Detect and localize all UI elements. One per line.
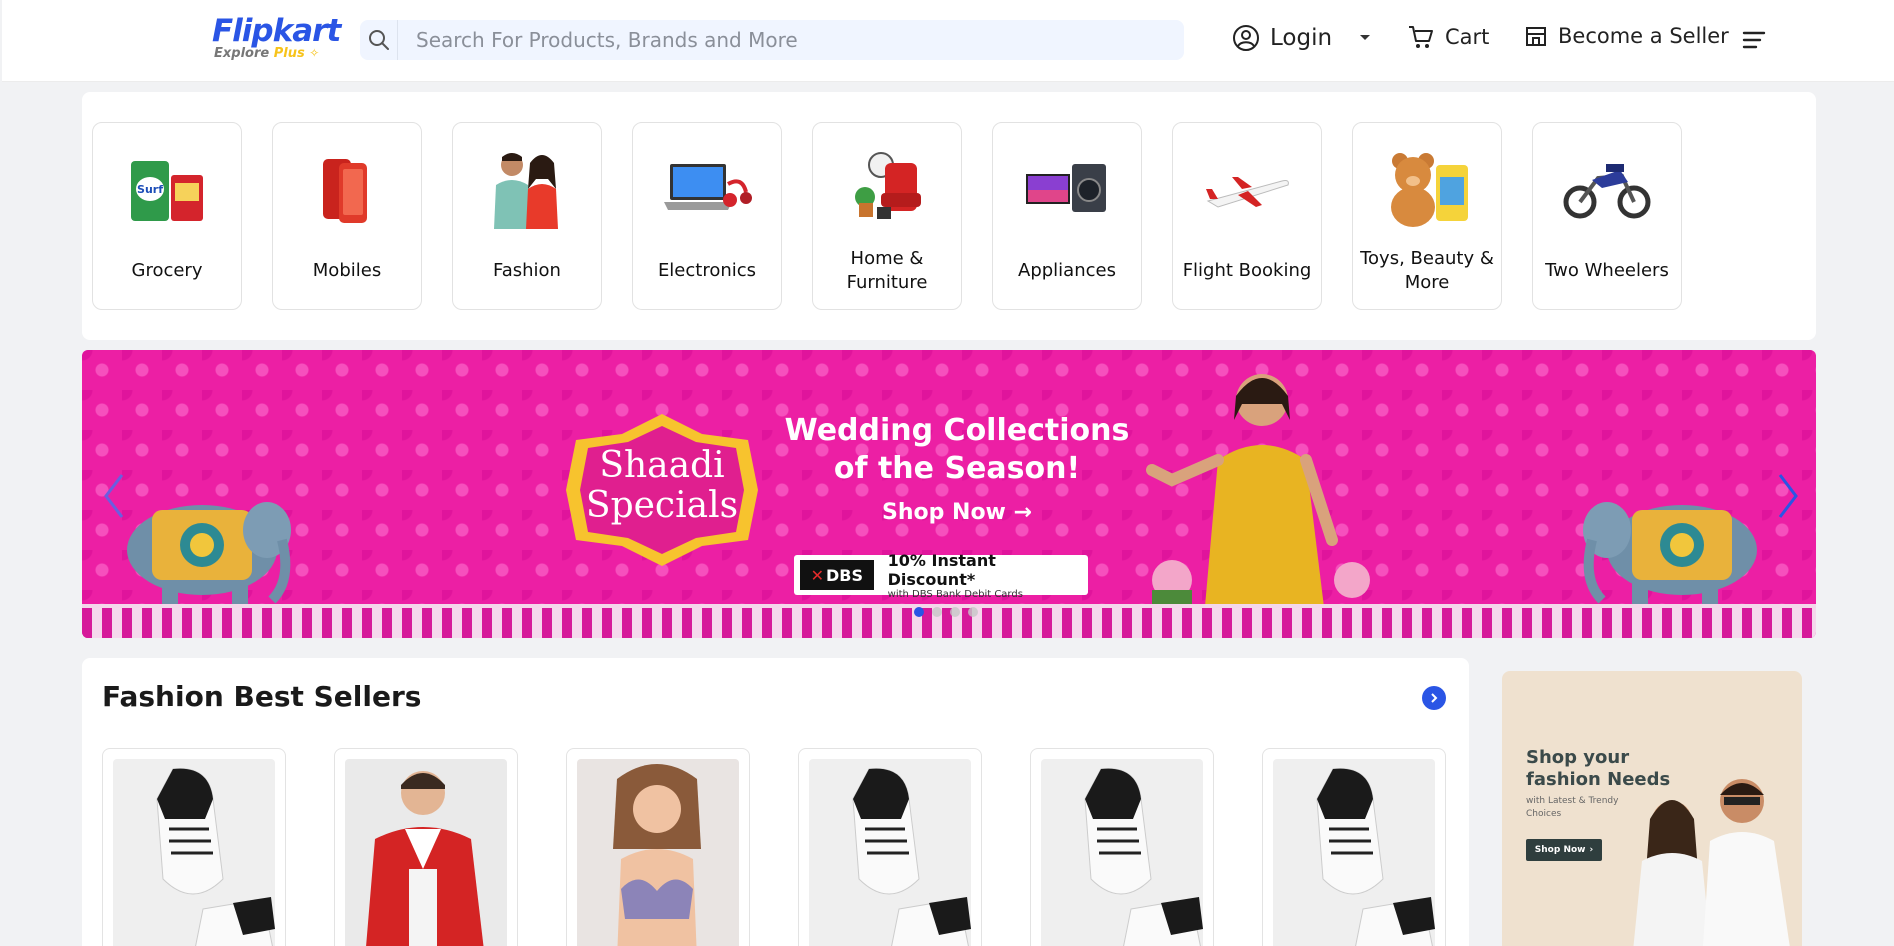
fashion-best-sellers: Fashion Best Sellers [82, 658, 1469, 946]
login-button[interactable]: Login [1232, 24, 1376, 52]
logo-wordmark: Flipkart [212, 13, 341, 49]
login-label: Login [1270, 25, 1333, 51]
logo-plus: Plus [273, 46, 305, 61]
dbs-logo-text: DBS [826, 565, 864, 585]
chevron-right-icon[interactable] [1422, 686, 1446, 710]
headline-line1: Wedding Collections [784, 413, 1130, 448]
category-label: Appliances [1018, 260, 1116, 281]
laptop-icon [659, 149, 755, 229]
promo-banner[interactable]: Shaadi Specials Wedding Collections of t… [82, 350, 1816, 638]
product-card[interactable] [566, 748, 750, 946]
motorbike-icon [1559, 149, 1655, 229]
seller-label: Become a Seller [1558, 24, 1729, 48]
category-appliances[interactable]: Appliances [992, 122, 1142, 310]
menu-icon[interactable] [1742, 30, 1766, 54]
plus-star-icon: ✧ [309, 46, 320, 60]
plane-icon [1199, 149, 1295, 229]
search-bar [360, 20, 1184, 60]
top-header: Flipkart Explore Plus ✧ Login Cart Becom… [2, 0, 1894, 82]
category-label: Fashion [493, 260, 561, 281]
category-strip: Surf Grocery Mobiles Fashion Electronics… [82, 92, 1816, 340]
category-label: Toys, Beauty & More [1360, 248, 1494, 293]
jacket-image [345, 759, 507, 946]
category-flight-booking[interactable]: Flight Booking [1172, 122, 1322, 310]
tv-icon [1019, 149, 1115, 229]
cart-icon [1409, 26, 1433, 48]
flipkart-logo[interactable]: Flipkart Explore Plus ✧ [212, 13, 341, 61]
badge-specials: Specials [585, 485, 739, 526]
chevron-right-icon: › [1589, 845, 1594, 855]
offer-main: 10% Instant Discount* [887, 550, 996, 589]
teddy-icon [1379, 149, 1475, 229]
banner-next-icon[interactable] [1768, 468, 1808, 524]
chevron-down-icon [1360, 35, 1371, 40]
logo-explore: Explore [214, 46, 270, 61]
ad-shop-now-button[interactable]: Shop Now › [1526, 839, 1602, 861]
category-label: Flight Booking [1182, 260, 1312, 281]
cart-button[interactable]: Cart [1407, 24, 1489, 50]
category-toys-beauty[interactable]: Toys, Beauty & More [1352, 122, 1502, 310]
product-card[interactable] [102, 748, 286, 946]
category-label: Two Wheelers [1545, 260, 1669, 281]
fashion-icon [479, 149, 575, 229]
mobile-icon [299, 149, 395, 229]
dbs-logo: ✕ DBS [800, 560, 874, 590]
store-icon [1526, 27, 1546, 46]
product-card[interactable] [334, 748, 518, 946]
category-label: Home & Furniture [846, 248, 928, 293]
svg-text:Surf: Surf [137, 183, 163, 196]
chair-icon [839, 149, 935, 229]
ad-button-label: Shop Now [1534, 845, 1586, 855]
sneaker-image [1273, 759, 1435, 946]
become-seller-button[interactable]: Become a Seller [1524, 24, 1729, 48]
carousel-dots [914, 607, 978, 617]
search-icon[interactable] [360, 20, 398, 60]
cart-label: Cart [1445, 25, 1490, 49]
category-mobiles[interactable]: Mobiles [272, 122, 422, 310]
category-fashion[interactable]: Fashion [452, 122, 602, 310]
section-title: Fashion Best Sellers [102, 680, 422, 713]
banner-prev-icon[interactable] [94, 468, 134, 524]
banner-headline: Wedding Collections of the Season! [772, 412, 1142, 488]
headline-line2: of the Season! [833, 451, 1081, 486]
category-home-furniture[interactable]: Home & Furniture [812, 122, 962, 310]
sneaker-image [113, 759, 275, 946]
carousel-dot[interactable] [968, 607, 978, 617]
user-circle-icon [1233, 25, 1259, 51]
bank-offer-box: ✕ DBS 10% Instant Discount* with DBS Bank… [794, 551, 1088, 600]
product-card[interactable] [1030, 748, 1214, 946]
lingerie-image [577, 759, 739, 946]
carousel-dot[interactable] [950, 607, 960, 617]
model-illustration [1146, 374, 1370, 638]
couple-illustration [1633, 779, 1790, 946]
sneaker-image [809, 759, 971, 946]
category-electronics[interactable]: Electronics [632, 122, 782, 310]
search-input[interactable] [398, 28, 1158, 52]
banner-shop-now[interactable]: Shop Now → [772, 500, 1142, 525]
category-two-wheelers[interactable]: Two Wheelers [1532, 122, 1682, 310]
fashion-side-ad[interactable]: Shop your fashion Needs with Latest & Tr… [1502, 671, 1802, 946]
elephant-illustration-right [1583, 502, 1757, 610]
sneaker-image [1041, 759, 1203, 946]
shaadi-specials-badge: Shaadi Specials [562, 410, 762, 570]
category-grocery[interactable]: Surf Grocery [92, 122, 242, 310]
category-label: Grocery [131, 260, 203, 281]
bank-offer-text: 10% Instant Discount* with DBS Bank Debi… [888, 551, 1088, 600]
dbs-x-icon: ✕ [810, 565, 825, 585]
category-label: Electronics [657, 260, 757, 281]
product-card[interactable] [1262, 748, 1446, 946]
category-label: Mobiles [312, 260, 382, 281]
grocery-icon: Surf [119, 149, 215, 229]
badge-shaadi: Shaadi [599, 445, 725, 486]
offer-sub: with DBS Bank Debit Cards [887, 588, 1023, 600]
carousel-dot[interactable] [932, 607, 942, 617]
carousel-dot[interactable] [914, 607, 924, 617]
product-card[interactable] [798, 748, 982, 946]
